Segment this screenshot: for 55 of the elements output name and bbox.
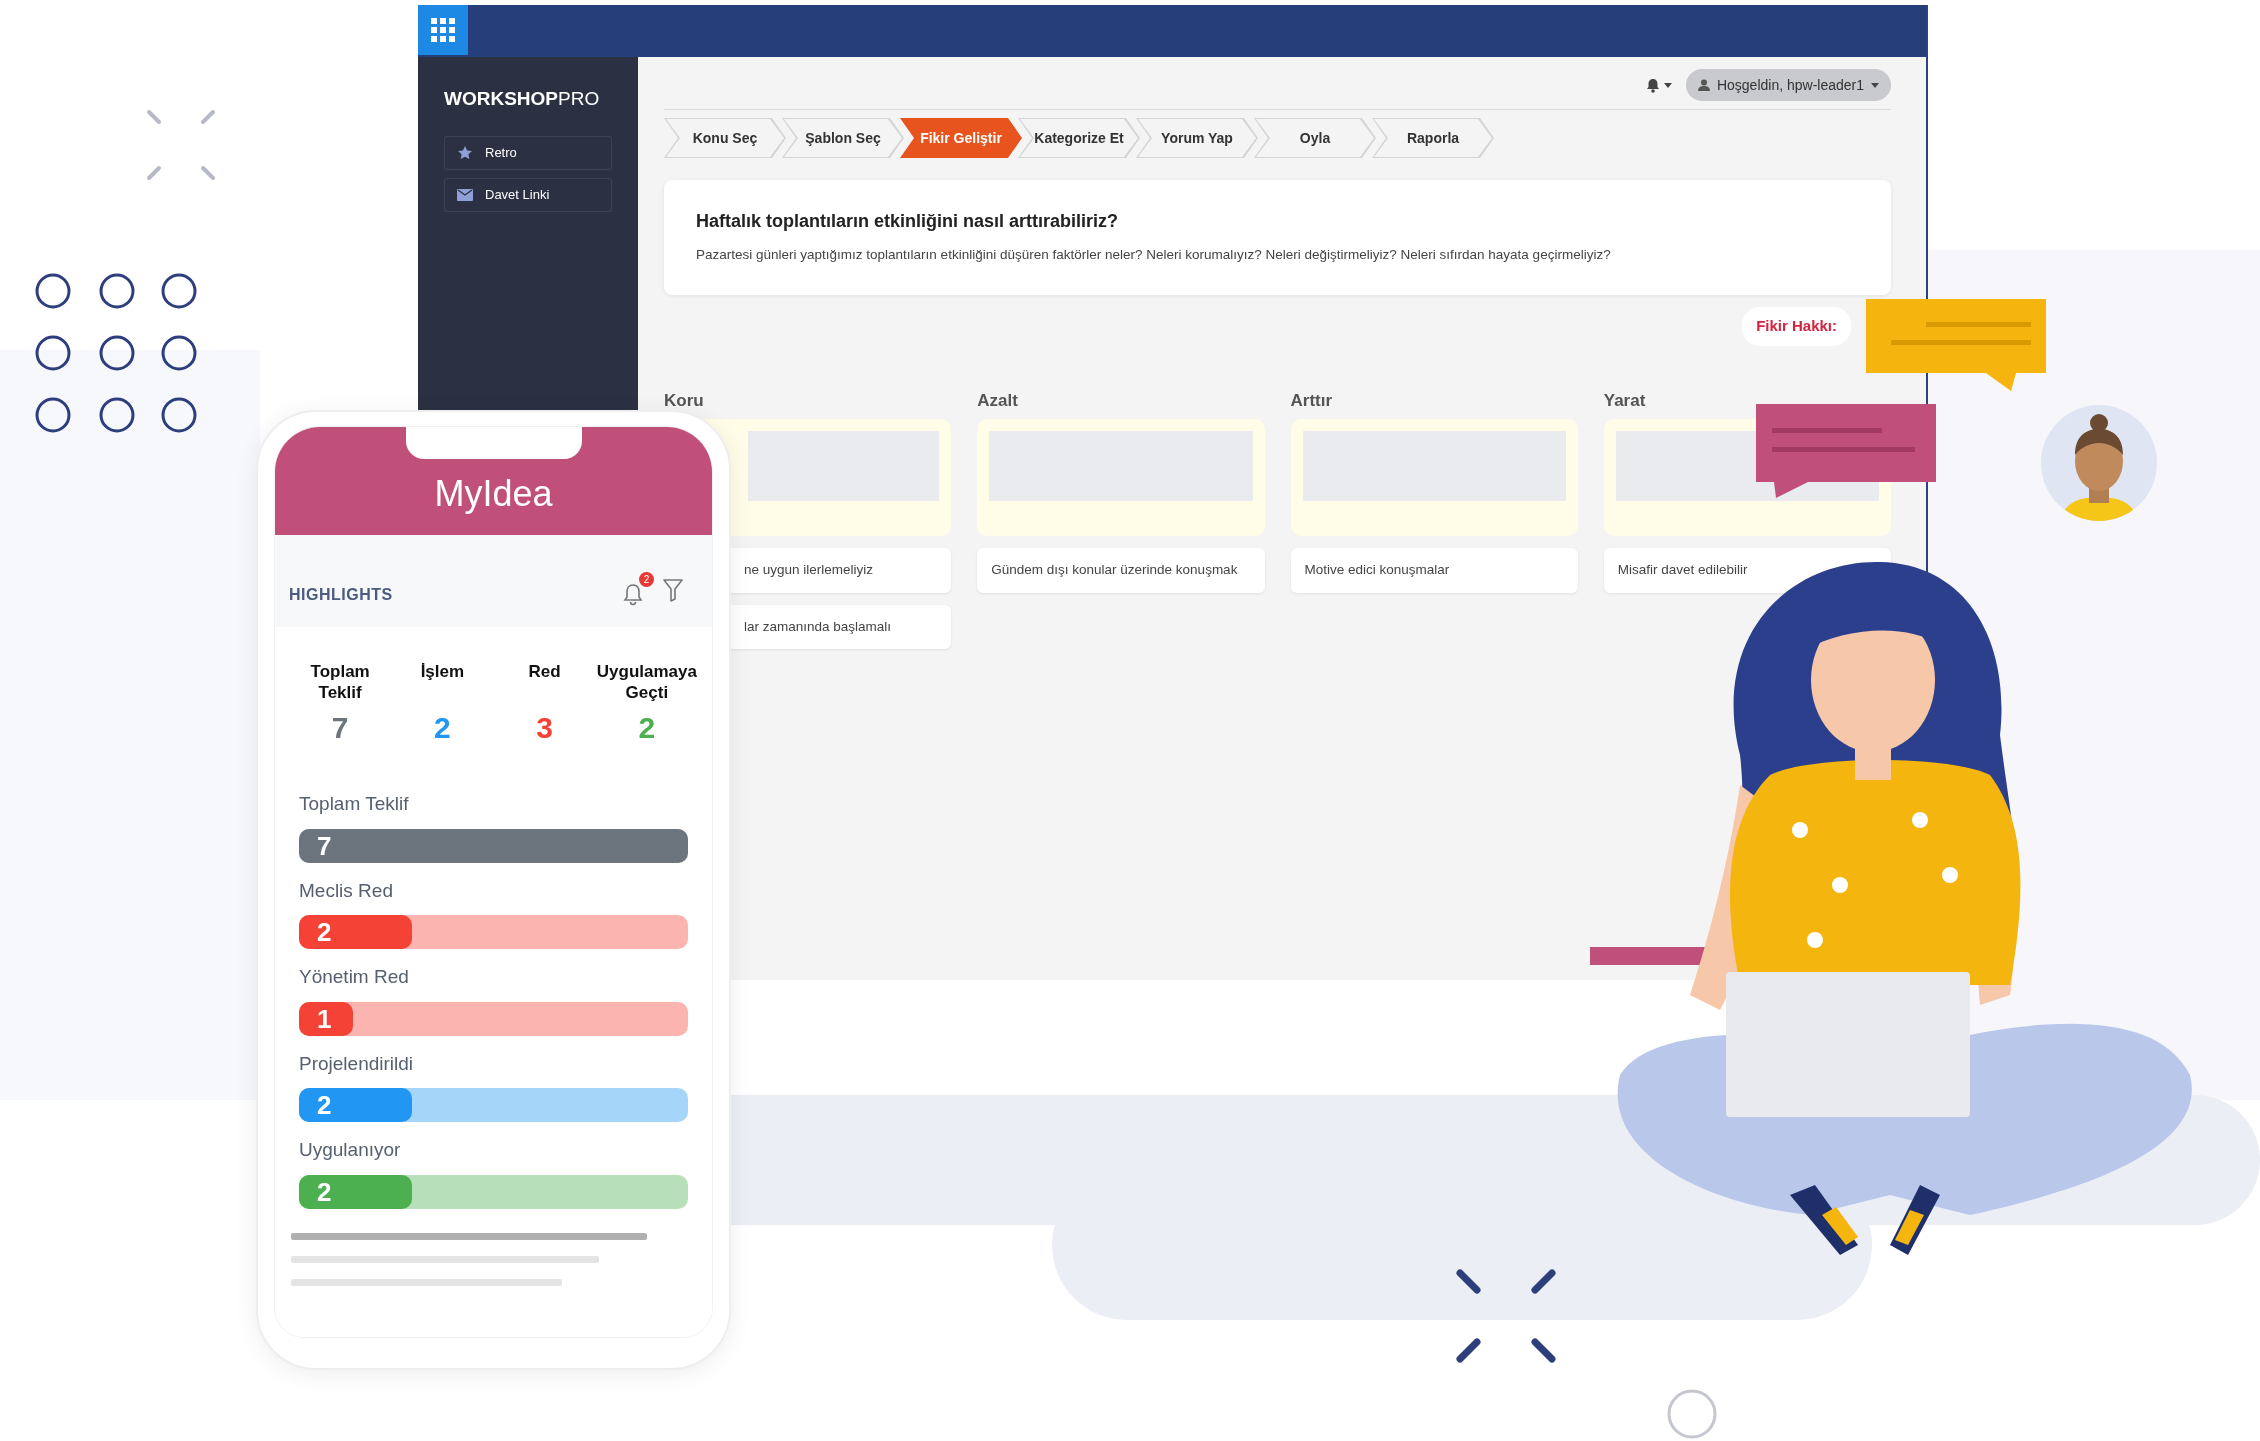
step-tab[interactable]: Konu Seç [664,118,786,158]
star-icon [457,144,473,161]
apps-grid-button[interactable] [418,5,468,55]
section-title: HIGHLIGHTS [289,585,393,605]
column-title: Azalt [977,389,1019,412]
user-icon [1697,79,1710,91]
step-tab[interactable]: Şablon Seç [782,118,904,158]
step-tab[interactable]: Kategorize Et [1018,118,1140,158]
stat-value: 2 [637,710,657,746]
progress-fill: 2 [299,915,412,949]
user-menu-button[interactable]: Hoşgeldin, hpw-leader1 [1685,69,1891,101]
caret-icon [1871,82,1879,88]
sidebar-item[interactable]: Davet Linki [444,177,612,212]
stat-value: 3 [535,710,554,746]
bell-icon [621,581,645,607]
step-tab[interactable]: Yorum Yap [1136,118,1258,158]
stat-label: Red [527,661,562,683]
avatar-icon [2039,403,2159,523]
sidebar-item[interactable]: Retro [444,135,612,170]
column-title: Arttır [1290,389,1334,412]
idea-quota-label: Fikir Hakkı: [1742,307,1851,346]
grid-icon [430,17,456,43]
bell-icon [1645,77,1660,93]
progress-fill: 2 [299,1174,412,1209]
question-description: Pazartesi günleri yaptığımız toplantıların etkinliğini düşüren faktörler neler? Neleri korumalıyız? Neleri değiştirmeliyiz? Neleri sıfırdan hayata geçirmeliyiz? [696,246,1612,264]
stat-label: Toplam Teklif [309,661,371,705]
stat-label: Uygulamaya Geçti [595,661,698,705]
progress-fill: 7 [299,828,688,863]
bar-label: Yönetim Red [299,965,410,989]
bar-label: Meclis Red [299,878,394,903]
stat-label: İşlem [419,661,466,683]
progress-fill: 2 [299,1088,412,1122]
filter-icon[interactable] [662,576,684,603]
ring-drawing [1666,1388,1718,1441]
notification-count: 2 [639,572,654,587]
idea-card: Gündem dışı konular üzerinde konuşmak [977,548,1265,593]
progress-fill: 1 [299,1001,354,1036]
bar-label: Toplam Teklif [299,792,410,816]
brand-logo: WORKSHOPPRO [444,87,600,111]
notification-button[interactable] [1645,77,1672,93]
step-tab[interactable]: Oyla [1254,118,1376,158]
column-title: Yarat [1603,389,1647,412]
column-title: Koru [664,389,705,412]
step-tab[interactable]: Raporla [1372,118,1494,158]
stat-value: 2 [433,710,452,746]
bar-label: Uygulanıyor [299,1138,402,1162]
app-title: MyIdea [434,472,553,516]
idea-card: Motive edici konuşmalar [1290,548,1578,593]
step-tab[interactable]: Fikir Geliştir [900,118,1022,158]
envelope-icon [457,188,473,201]
caret-icon [1663,82,1672,88]
notification-button[interactable]: 2 [621,572,654,607]
stat-value: 7 [330,710,350,746]
question-title: Haftalık toplantıların etkinliğini nasıl arttırabiliriz? [696,210,1120,233]
bar-label: Projelendirildi [299,1051,415,1076]
